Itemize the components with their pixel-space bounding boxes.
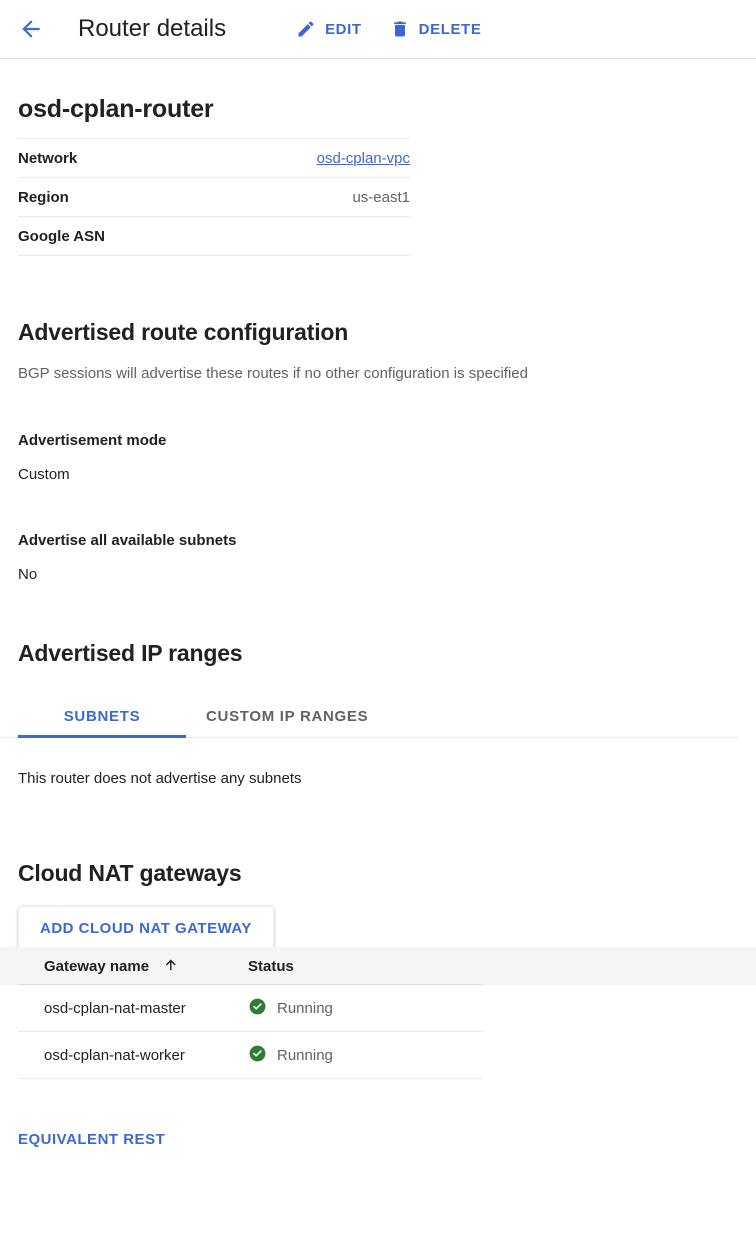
gateway-status-cell: Running — [248, 1044, 333, 1067]
network-link[interactable]: osd-cplan-vpc — [317, 150, 410, 167]
page-title: Router details — [78, 15, 226, 43]
resource-name: osd-cplan-router — [18, 95, 738, 124]
equivalent-rest-link[interactable]: EQUIVALENT REST — [18, 1131, 165, 1148]
tab-subnets[interactable]: SUBNETS — [18, 708, 186, 737]
property-key: Google ASN — [18, 217, 207, 256]
tabs-divider — [0, 737, 738, 738]
page-content: osd-cplan-router Network osd-cplan-vpc R… — [0, 95, 756, 1149]
advertised-route-configuration-title: Advertised route configuration — [18, 319, 738, 346]
advertise-all-subnets-label: Advertise all available subnets — [18, 532, 738, 549]
property-value: us-east1 — [207, 178, 410, 217]
back-button[interactable] — [12, 10, 50, 48]
table-row: Google ASN — [18, 217, 410, 256]
column-header-status[interactable]: Status — [248, 958, 294, 975]
pencil-icon — [296, 19, 316, 39]
properties-table: Network osd-cplan-vpc Region us-east1 Go… — [18, 138, 410, 256]
property-value: osd-cplan-vpc — [207, 139, 410, 178]
trash-icon — [390, 19, 410, 39]
edit-button[interactable]: EDIT — [296, 19, 362, 39]
table-row[interactable]: osd-cplan-nat-master Running — [0, 985, 756, 1032]
advertisement-mode-label: Advertisement mode — [18, 432, 738, 449]
gateway-status-cell: Running — [248, 997, 333, 1020]
table-header-row: Gateway name Status — [0, 947, 756, 985]
cloud-nat-gateways-table: Gateway name Status osd-cplan-nat-master — [0, 947, 756, 1079]
table-row: Region us-east1 — [18, 178, 410, 217]
check-circle-icon — [248, 997, 267, 1020]
advertised-ip-ranges-title: Advertised IP ranges — [18, 640, 738, 667]
property-key: Network — [18, 139, 207, 178]
subnets-empty-message: This router does not advertise any subne… — [18, 770, 738, 787]
arrow-up-icon — [163, 956, 180, 977]
gateway-status-label: Running — [277, 1000, 333, 1017]
gateway-name-cell: osd-cplan-nat-worker — [0, 1047, 248, 1064]
app-bar-actions: EDIT DELETE — [296, 19, 481, 39]
edit-button-label: EDIT — [325, 21, 362, 38]
column-header-gateway-name-label: Gateway name — [44, 958, 149, 975]
delete-button-label: DELETE — [419, 21, 482, 38]
table-row: Network osd-cplan-vpc — [18, 139, 410, 178]
tab-list: SUBNETS CUSTOM IP RANGES — [18, 699, 738, 737]
gateway-name-cell: osd-cplan-nat-master — [0, 1000, 248, 1017]
gateway-status-label: Running — [277, 1047, 333, 1064]
arrow-left-icon — [18, 16, 44, 42]
property-key: Region — [18, 178, 207, 217]
tab-custom-ip-ranges[interactable]: CUSTOM IP RANGES — [206, 708, 368, 737]
add-cloud-nat-gateway-button[interactable]: ADD CLOUD NAT GATEWAY — [18, 906, 274, 950]
active-tab-indicator — [18, 735, 186, 738]
delete-button[interactable]: DELETE — [390, 19, 482, 39]
advertisement-mode-value: Custom — [18, 466, 738, 483]
check-circle-icon — [248, 1044, 267, 1067]
advertise-all-subnets-value: No — [18, 566, 738, 583]
advertised-ip-ranges-tabs: SUBNETS CUSTOM IP RANGES — [18, 699, 738, 738]
cloud-nat-gateways-title: Cloud NAT gateways — [18, 860, 738, 887]
table-row[interactable]: osd-cplan-nat-worker Running — [0, 1032, 756, 1079]
advertise-all-subnets-block: Advertise all available subnets No — [18, 532, 738, 583]
advertised-route-configuration-description: BGP sessions will advertise these routes… — [18, 365, 738, 382]
advertisement-mode-block: Advertisement mode Custom — [18, 432, 738, 483]
column-header-gateway-name[interactable]: Gateway name — [0, 956, 248, 977]
app-bar: Router details EDIT DELETE — [0, 0, 756, 58]
app-bar-divider — [0, 58, 756, 59]
property-value — [207, 217, 410, 256]
